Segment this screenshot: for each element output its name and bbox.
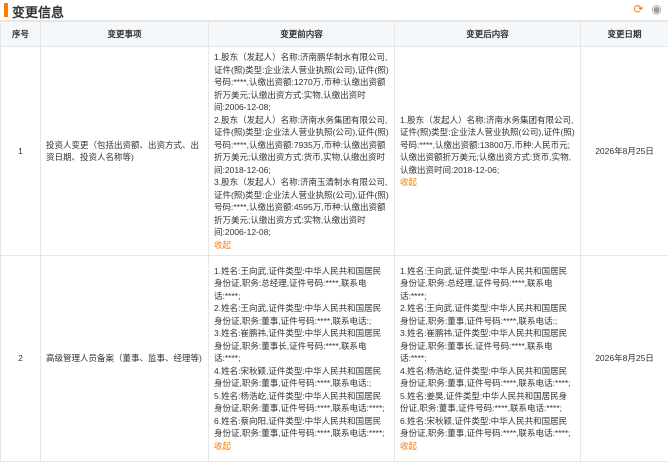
- column-header-item: 变更事项: [41, 22, 209, 47]
- section-header: 变更信息 ⟳ ◉: [0, 0, 668, 21]
- eye-icon[interactable]: ◉: [652, 2, 662, 16]
- row-index: 2: [1, 256, 41, 462]
- change-after-content: 1.股东（发起人）名称:济南水务集团有限公司,证件(照)类型:企业法人营业执照(…: [395, 47, 581, 256]
- content-line: 2.股东（发起人）名称:济南水务集团有限公司,证件(照)类型:企业法人营业执照(…: [214, 114, 389, 177]
- change-before-content: 1.姓名:王向武,证件类型:中华人民共和国居民身份证,职务:总经理,证件号码:*…: [209, 256, 395, 462]
- column-header-date: 变更日期: [581, 22, 668, 47]
- collapse-wrap: 收起: [214, 441, 231, 451]
- collapse-link[interactable]: 收起: [214, 441, 231, 451]
- content-line: 1.股东（发起人）名称:济南鹏华制水有限公司,证件(照)类型:企业法人营业执照(…: [214, 51, 389, 114]
- table-header-row: 序号 变更事项 变更前内容 变更后内容 变更日期: [1, 22, 668, 47]
- collapse-wrap: 收起: [400, 177, 417, 187]
- table-row: 2高级管理人员备案（董事、监事、经理等)1.姓名:王向武,证件类型:中华人民共和…: [1, 256, 668, 462]
- change-after-content: 1.姓名:王向武,证件类型:中华人民共和国居民身份证,职务:总经理,证件号码:*…: [395, 256, 581, 462]
- content-line: 3.姓名:崔鹏祎,证件类型:中华人民共和国居民身份证,职务:董事长,证件号码:*…: [400, 327, 575, 365]
- header-tools: ⟳ ◉: [633, 2, 662, 16]
- accent-bar: [4, 3, 8, 17]
- section-title: 变更信息: [12, 2, 64, 21]
- collapse-wrap: 收起: [400, 441, 417, 451]
- change-item: 投资人变更（包括出资额、出资方式、出资日期、投资人名称等): [41, 47, 209, 256]
- collapse-link[interactable]: 收起: [400, 441, 417, 451]
- change-table: 序号 变更事项 变更前内容 变更后内容 变更日期 1投资人变更（包括出资额、出资…: [0, 21, 668, 462]
- refresh-icon[interactable]: ⟳: [633, 2, 643, 16]
- content-line: 3.股东（发起人）名称:济南玉清制水有限公司,证件(照)类型:企业法人营业执照(…: [214, 176, 389, 239]
- content-line: 4.姓名:杨浩屹,证件类型:中华人民共和国居民身份证,职务:董事,证件号码:**…: [400, 365, 575, 390]
- collapse-link[interactable]: 收起: [400, 177, 417, 187]
- change-item: 高级管理人员备案（董事、监事、经理等): [41, 256, 209, 462]
- column-header-after: 变更后内容: [395, 22, 581, 47]
- content-line: 1.股东（发起人）名称:济南水务集团有限公司,证件(照)类型:企业法人营业执照(…: [400, 114, 575, 177]
- row-index: 1: [1, 47, 41, 256]
- collapse-wrap: 收起: [214, 240, 231, 250]
- content-line: 3.姓名:崔鹏祎,证件类型:中华人民共和国居民身份证,职务:董事长,证件号码:*…: [214, 327, 389, 365]
- content-line: 2.姓名:王向武,证件类型:中华人民共和国居民身份证,职务:董事,证件号码:**…: [214, 302, 389, 327]
- column-header-before: 变更前内容: [209, 22, 395, 47]
- content-line: 2.姓名:王向武,证件类型:中华人民共和国居民身份证,职务:董事,证件号码:**…: [400, 302, 575, 327]
- change-date: 2026年8月25日: [581, 47, 668, 256]
- collapse-link[interactable]: 收起: [214, 240, 231, 250]
- content-line: 5.姓名:杨浩屹,证件类型:中华人民共和国居民身份证,职务:董事,证件号码:**…: [214, 390, 389, 415]
- table-row: 1投资人变更（包括出资额、出资方式、出资日期、投资人名称等)1.股东（发起人）名…: [1, 47, 668, 256]
- content-line: 6.姓名:宋秋颖,证件类型:中华人民共和国居民身份证,职务:董事,证件号码:**…: [400, 415, 575, 440]
- content-line: 5.姓名:姜昊,证件类型:中华人民共和国居民身份证,职务:董事,证件号码:***…: [400, 390, 575, 415]
- content-line: 6.姓名:蔡向阳,证件类型:中华人民共和国居民身份证,职务:董事,证件号码:**…: [214, 415, 389, 440]
- content-line: 4.姓名:宋秋颖,证件类型:中华人民共和国居民身份证,职务:董事,证件号码:**…: [214, 365, 389, 390]
- change-date: 2026年8月25日: [581, 256, 668, 462]
- content-line: 1.姓名:王向武,证件类型:中华人民共和国居民身份证,职务:总经理,证件号码:*…: [214, 265, 389, 303]
- change-before-content: 1.股东（发起人）名称:济南鹏华制水有限公司,证件(照)类型:企业法人营业执照(…: [209, 47, 395, 256]
- column-header-index: 序号: [1, 22, 41, 47]
- content-line: 1.姓名:王向武,证件类型:中华人民共和国居民身份证,职务:总经理,证件号码:*…: [400, 265, 575, 303]
